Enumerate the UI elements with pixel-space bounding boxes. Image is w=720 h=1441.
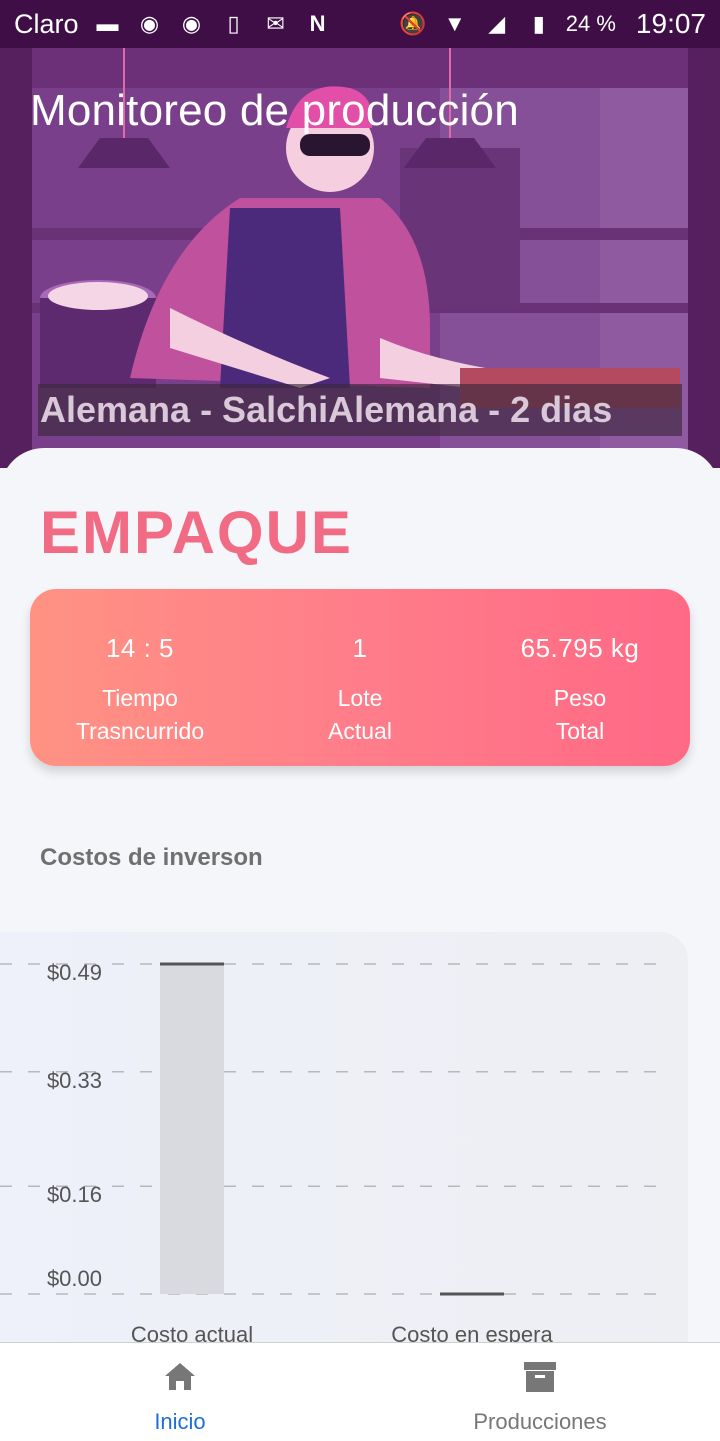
signal-icon: ◢ xyxy=(488,11,506,36)
y-tick-label: $0.16 xyxy=(47,1182,102,1207)
page-title: Monitoreo de producción xyxy=(30,86,519,135)
y-tick-label: $0.00 xyxy=(47,1266,102,1291)
y-tick-label: $0.49 xyxy=(47,960,102,985)
archive-box-icon xyxy=(524,1362,556,1392)
messenger-icon: ◉ xyxy=(139,11,160,36)
content-card: EMPAQUE 14 : 5 Tiempo Trasncurrido 1 Lot… xyxy=(0,448,720,1342)
nav-item-inicio[interactable]: Inicio xyxy=(0,1343,360,1441)
stat-value: 1 xyxy=(352,633,368,663)
stat-label: Tiempo Trasncurrido xyxy=(30,682,250,748)
stat-value: 14 : 5 xyxy=(105,633,175,663)
clock: 19:07 xyxy=(635,8,706,39)
stats-card: 14 : 5 Tiempo Trasncurrido 1 Lote Actual… xyxy=(30,589,690,766)
bottom-navigation: Inicio Producciones xyxy=(0,1342,720,1441)
y-tick-label: $0.33 xyxy=(47,1068,102,1093)
stat-current-batch: 1 Lote Actual xyxy=(250,589,470,766)
stat-label-line: Lote xyxy=(337,685,383,711)
hero-banner: Monitoreo de producción Alemana - Salchi… xyxy=(0,48,720,468)
nav-item-producciones[interactable]: Producciones xyxy=(360,1343,720,1441)
gmail-icon: ✉ xyxy=(266,11,285,36)
costs-chart: $0.49 $0.33 $0.16 $0.00 Costo actual Costo en… xyxy=(0,932,688,1342)
vibrate-icon: ▯ xyxy=(227,11,240,36)
carrier-label: Claro xyxy=(14,8,79,39)
stat-label-line: Trasncurrido xyxy=(75,718,205,744)
x-category-label: Costo en espera xyxy=(391,1322,553,1342)
costs-section-label: Costos de inverson xyxy=(40,844,263,871)
nav-label: Inicio xyxy=(154,1409,206,1434)
bar[interactable] xyxy=(160,964,224,1294)
stat-total-weight: 65.795 kg Peso Total xyxy=(470,589,690,766)
stat-label-line: Total xyxy=(555,718,605,744)
stat-elapsed-time: 14 : 5 Tiempo Trasncurrido xyxy=(30,589,250,766)
battery-level: 24 % xyxy=(565,11,616,36)
production-subtitle: Alemana - SalchiAlemana - 2 dias xyxy=(38,384,682,436)
nav-label: Producciones xyxy=(473,1409,607,1434)
battery-charging-icon: ▮ xyxy=(532,11,545,36)
stat-label: Lote Actual xyxy=(250,682,470,748)
status-bar: Claro ▬ ◉ ◉ ▯ ✉ N 🔕 ▼ ◢ ▮ 24 % 19:07 xyxy=(0,0,720,48)
netflix-icon: N xyxy=(309,11,326,36)
home-icon xyxy=(165,1363,195,1390)
stat-value: 65.795 kg xyxy=(520,633,640,663)
stage-title: EMPAQUE xyxy=(40,499,353,566)
message-icon: ▬ xyxy=(96,11,119,36)
x-category-label: Costo actual xyxy=(131,1322,253,1342)
costs-chart-svg: $0.49 $0.33 $0.16 $0.00 Costo actual Costo en… xyxy=(0,960,672,1342)
stat-label-line: Tiempo xyxy=(102,685,178,711)
stat-label-line: Peso xyxy=(553,685,607,711)
stat-label-line: Actual xyxy=(328,718,392,744)
messenger-icon: ◉ xyxy=(181,11,202,36)
stat-label: Peso Total xyxy=(470,682,690,748)
mute-icon: 🔕 xyxy=(399,11,427,36)
notification-icons: ▬ ◉ ◉ ▯ ✉ N xyxy=(93,12,333,36)
wifi-icon: ▼ xyxy=(443,11,466,36)
